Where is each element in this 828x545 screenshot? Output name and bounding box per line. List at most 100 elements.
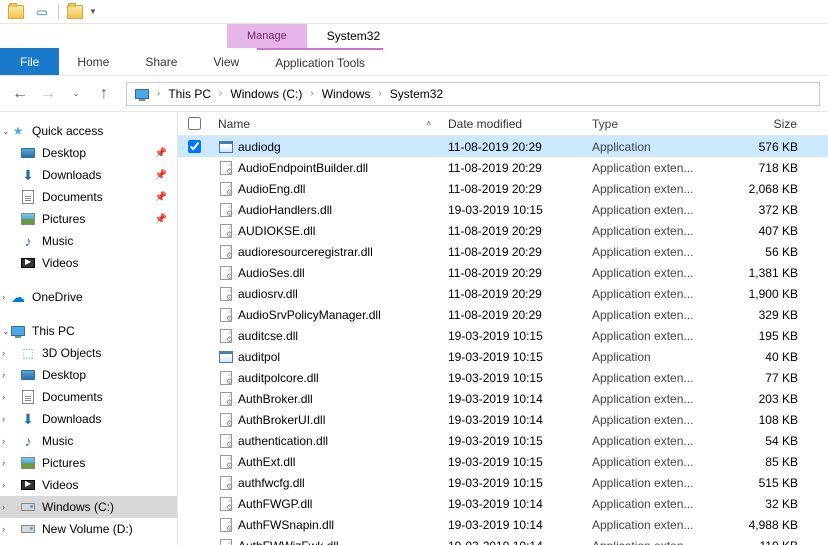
file-row[interactable]: audiosrv.dll 11-08-2019 20:29 Applicatio… (178, 283, 828, 304)
row-checkbox[interactable] (178, 518, 210, 531)
sidebar-item[interactable]: › ⬇ Downloads (0, 408, 177, 430)
sidebar-item[interactable]: › ⬚ 3D Objects (0, 342, 177, 364)
file-row[interactable]: AuthBrokerUI.dll 19-03-2019 10:14 Applic… (178, 409, 828, 430)
file-row[interactable]: AuthBroker.dll 19-03-2019 10:14 Applicat… (178, 388, 828, 409)
chevron-right-icon[interactable]: › (376, 88, 383, 99)
sidebar-item[interactable]: › ♪ Music (0, 430, 177, 452)
file-row[interactable]: AuthExt.dll 19-03-2019 10:15 Application… (178, 451, 828, 472)
file-row[interactable]: AuthFWWizFwk.dll 19-03-2019 10:14 Applic… (178, 535, 828, 545)
expand-icon[interactable]: › (2, 524, 5, 534)
column-header-name[interactable]: Name ˄ (210, 112, 440, 135)
row-checkbox[interactable] (178, 392, 210, 405)
tab-home[interactable]: Home (59, 48, 127, 75)
sidebar-item[interactable]: Documents 📌 (0, 186, 177, 208)
sidebar-item[interactable]: › New Volume (D:) (0, 518, 177, 540)
file-row[interactable]: audioresourceregistrar.dll 11-08-2019 20… (178, 241, 828, 262)
breadcrumb-root-icon[interactable] (129, 83, 155, 105)
collapse-icon[interactable]: ⌄ (2, 326, 10, 337)
address-bar[interactable]: › This PC › Windows (C:) › Windows › Sys… (126, 82, 820, 106)
expand-icon[interactable]: › (2, 392, 5, 402)
file-row[interactable]: auditpolcore.dll 19-03-2019 10:15 Applic… (178, 367, 828, 388)
file-row[interactable]: auditpol 19-03-2019 10:15 Application 40… (178, 346, 828, 367)
chevron-right-icon[interactable]: › (155, 88, 162, 99)
sidebar-item[interactable]: ⬇ Downloads 📌 (0, 164, 177, 186)
tab-application-tools[interactable]: Application Tools (257, 48, 383, 75)
row-checkbox[interactable] (178, 161, 210, 174)
file-row[interactable]: AudioHandlers.dll 19-03-2019 10:15 Appli… (178, 199, 828, 220)
column-header-date[interactable]: Date modified (440, 112, 584, 135)
row-checkbox[interactable] (178, 287, 210, 300)
tab-view[interactable]: View (195, 48, 257, 75)
row-checkbox[interactable] (178, 245, 210, 258)
file-row[interactable]: AudioEndpointBuilder.dll 11-08-2019 20:2… (178, 157, 828, 178)
row-checkbox[interactable] (178, 203, 210, 216)
row-checkbox[interactable] (178, 413, 210, 426)
breadcrumb-item[interactable]: System32 (384, 83, 449, 105)
row-checkbox[interactable] (178, 476, 210, 489)
file-row[interactable]: AudioEng.dll 11-08-2019 20:29 Applicatio… (178, 178, 828, 199)
sidebar-onedrive[interactable]: › ☁ OneDrive (0, 286, 177, 308)
row-checkbox[interactable] (178, 308, 210, 321)
row-checkbox[interactable] (178, 434, 210, 447)
row-checkbox[interactable] (178, 371, 210, 384)
sidebar-item[interactable]: Desktop 📌 (0, 142, 177, 164)
qat-customize-icon[interactable]: ▼ (89, 7, 97, 16)
row-checkbox[interactable] (178, 224, 210, 237)
chevron-right-icon[interactable]: › (308, 88, 315, 99)
sidebar-this-pc[interactable]: ⌄ This PC (0, 320, 177, 342)
row-checkbox[interactable] (178, 350, 210, 363)
tab-file[interactable]: File (0, 48, 59, 75)
file-list[interactable]: Name ˄ Date modified Type Size audiodg 1… (178, 112, 828, 545)
sidebar-item[interactable]: › Documents (0, 386, 177, 408)
expand-icon[interactable]: › (2, 348, 5, 358)
file-row[interactable]: authfwcfg.dll 19-03-2019 10:15 Applicati… (178, 472, 828, 493)
sidebar-item[interactable]: Videos (0, 252, 177, 274)
file-row[interactable]: AudioSrvPolicyManager.dll 11-08-2019 20:… (178, 304, 828, 325)
navigation-pane[interactable]: ⌄ ★ Quick access Desktop 📌⬇ Downloads 📌 … (0, 112, 178, 545)
file-row[interactable]: auditcse.dll 19-03-2019 10:15 Applicatio… (178, 325, 828, 346)
row-checkbox[interactable] (178, 140, 210, 153)
chevron-right-icon[interactable]: › (217, 88, 224, 99)
file-row[interactable]: AUDIOKSE.dll 11-08-2019 20:29 Applicatio… (178, 220, 828, 241)
row-checkbox[interactable] (178, 329, 210, 342)
expand-icon[interactable]: › (2, 370, 5, 380)
sidebar-item[interactable]: › Videos (0, 474, 177, 496)
file-name: audiodg (238, 140, 281, 154)
expand-icon[interactable]: › (2, 414, 5, 424)
qat-properties-icon[interactable]: ▭ (32, 2, 52, 22)
expand-icon[interactable]: › (2, 480, 5, 490)
column-header-size[interactable]: Size (724, 112, 806, 135)
sidebar-quick-access[interactable]: ⌄ ★ Quick access (0, 120, 177, 142)
recent-locations-button[interactable]: ⌄ (64, 82, 88, 106)
expand-icon[interactable]: › (2, 502, 5, 512)
breadcrumb-item[interactable]: Windows (316, 83, 377, 105)
breadcrumb-item[interactable]: This PC (162, 83, 217, 105)
file-row[interactable]: AuthFWSnapin.dll 19-03-2019 10:14 Applic… (178, 514, 828, 535)
column-header-type[interactable]: Type (584, 112, 724, 135)
qat-new-folder-icon[interactable] (65, 2, 85, 22)
breadcrumb-item[interactable]: Windows (C:) (224, 83, 308, 105)
forward-button[interactable]: → (36, 82, 60, 106)
back-button[interactable]: ← (8, 82, 32, 106)
file-row[interactable]: authentication.dll 19-03-2019 10:15 Appl… (178, 430, 828, 451)
row-checkbox[interactable] (178, 266, 210, 279)
sidebar-item[interactable]: › Windows (C:) (0, 496, 177, 518)
file-row[interactable]: audiodg 11-08-2019 20:29 Application 576… (178, 136, 828, 157)
expand-icon[interactable]: › (2, 458, 5, 468)
sidebar-item[interactable]: › Pictures (0, 452, 177, 474)
row-checkbox[interactable] (178, 182, 210, 195)
row-checkbox[interactable] (178, 455, 210, 468)
file-row[interactable]: AuthFWGP.dll 19-03-2019 10:14 Applicatio… (178, 493, 828, 514)
up-button[interactable]: ↑ (92, 82, 116, 106)
row-checkbox[interactable] (178, 539, 210, 545)
tab-share[interactable]: Share (127, 48, 195, 75)
sidebar-item[interactable]: ♪ Music (0, 230, 177, 252)
collapse-icon[interactable]: ⌄ (2, 126, 10, 137)
sidebar-item[interactable]: › Desktop (0, 364, 177, 386)
expand-icon[interactable]: › (2, 292, 5, 302)
expand-icon[interactable]: › (2, 436, 5, 446)
select-all-checkbox[interactable] (178, 117, 210, 130)
file-row[interactable]: AudioSes.dll 11-08-2019 20:29 Applicatio… (178, 262, 828, 283)
sidebar-item[interactable]: Pictures 📌 (0, 208, 177, 230)
row-checkbox[interactable] (178, 497, 210, 510)
